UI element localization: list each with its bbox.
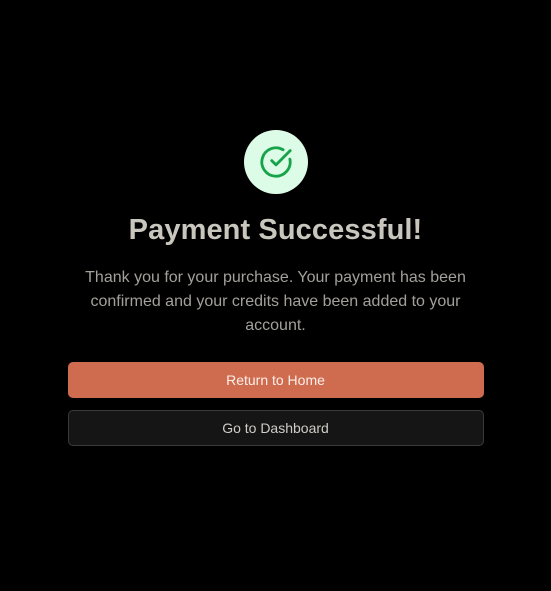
check-circle-icon xyxy=(259,146,292,178)
action-buttons: Return to Home Go to Dashboard xyxy=(67,362,484,446)
success-badge xyxy=(243,130,308,194)
go-to-dashboard-button[interactable]: Go to Dashboard xyxy=(67,410,484,446)
payment-success-screen: Payment Successful! Thank you for your p… xyxy=(0,0,551,591)
return-home-button[interactable]: Return to Home xyxy=(67,362,484,398)
page-title: Payment Successful! xyxy=(128,214,423,246)
confirmation-message: Thank you for your purchase. Your paymen… xyxy=(85,269,466,334)
